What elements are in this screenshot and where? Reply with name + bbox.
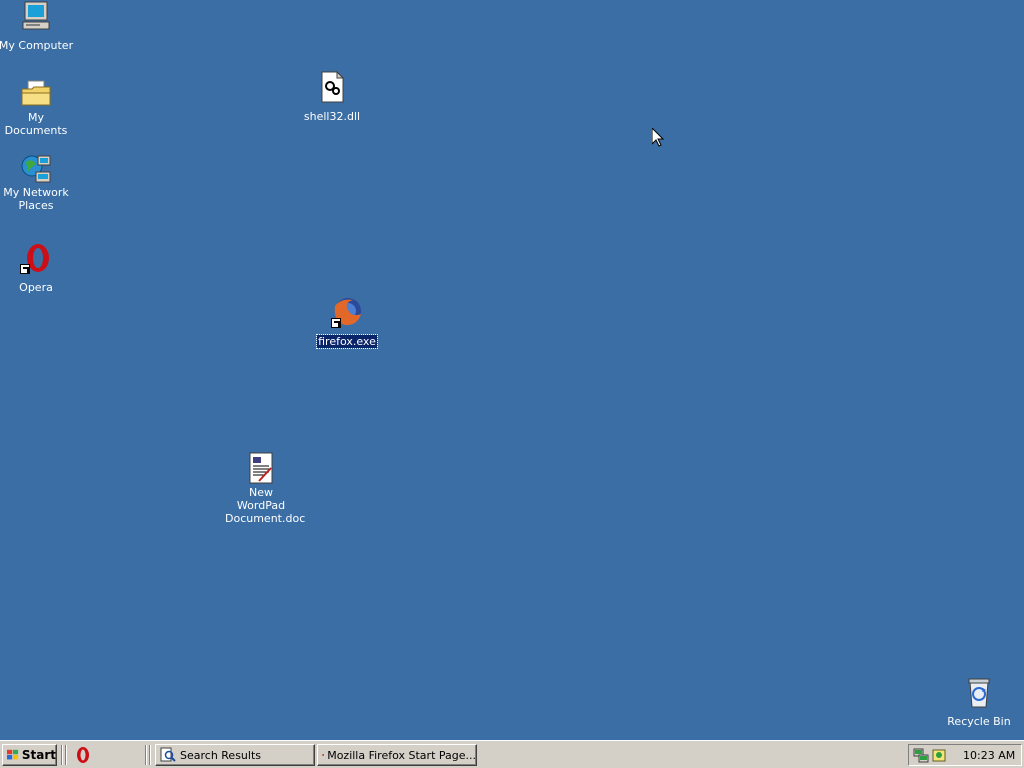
security-icon[interactable] xyxy=(931,747,947,763)
quicklaunch-opera[interactable] xyxy=(73,746,91,767)
shortcut-arrow-icon xyxy=(331,318,341,328)
start-button[interactable]: Start xyxy=(2,744,57,766)
task-button-search-results[interactable]: Search Results xyxy=(155,744,315,766)
task-label: Search Results xyxy=(180,748,262,762)
taskbar: Start Search Results Mozilla Firefox Sta… xyxy=(0,740,1024,768)
documents-folder-icon xyxy=(20,77,52,109)
task-label: Mozilla Firefox Start Page... xyxy=(327,748,476,762)
desktop[interactable]: My Computer My Documents My Network Plac… xyxy=(0,0,1024,740)
icon-label: My Network Places xyxy=(3,186,69,212)
taskbar-separator xyxy=(61,745,63,765)
desktop-icon-firefox[interactable]: firefox.exe xyxy=(307,296,387,349)
network-icon[interactable] xyxy=(913,747,929,763)
system-tray: 10:23 AM xyxy=(908,744,1022,766)
icon-label: Recycle Bin xyxy=(947,715,1011,728)
shortcut-arrow-icon xyxy=(20,264,30,274)
icon-label: My Computer xyxy=(0,39,74,52)
clock[interactable]: 10:23 AM xyxy=(963,749,1015,762)
desktop-icon-shell32-dll[interactable]: shell32.dll xyxy=(292,70,372,124)
icon-label: firefox.exe xyxy=(316,334,378,349)
desktop-icon-wordpad-document[interactable]: New WordPad Document.doc xyxy=(221,452,306,526)
mouse-cursor-icon xyxy=(652,128,664,147)
icon-label: Opera xyxy=(19,281,53,294)
desktop-icon-my-network-places[interactable]: My Network Places xyxy=(0,152,76,213)
firefox-icon xyxy=(331,296,363,328)
wordpad-doc-icon xyxy=(245,452,277,484)
icon-label: New WordPad Document.doc xyxy=(225,486,306,525)
taskbar-separator xyxy=(149,745,151,765)
icon-label: My Documents xyxy=(4,111,68,137)
opera-icon xyxy=(77,747,89,763)
start-label: Start xyxy=(21,748,56,762)
firefox-icon xyxy=(322,754,325,756)
network-places-icon xyxy=(20,152,52,184)
recycle-bin-icon xyxy=(963,676,995,708)
taskbar-separator xyxy=(65,745,67,765)
taskbar-separator xyxy=(145,745,147,765)
desktop-icon-opera[interactable]: Opera xyxy=(0,242,76,295)
desktop-icon-recycle-bin[interactable]: Recycle Bin xyxy=(939,676,1019,729)
opera-icon xyxy=(20,242,52,274)
dll-file-icon xyxy=(316,70,348,103)
desktop-icon-my-computer[interactable]: My Computer xyxy=(0,0,76,53)
icon-label: shell32.dll xyxy=(303,110,361,123)
task-button-firefox[interactable]: Mozilla Firefox Start Page... xyxy=(317,744,477,766)
search-icon xyxy=(160,747,176,762)
desktop-icon-my-documents[interactable]: My Documents xyxy=(0,77,76,138)
windows-logo-icon xyxy=(7,749,19,760)
computer-icon xyxy=(20,0,52,32)
